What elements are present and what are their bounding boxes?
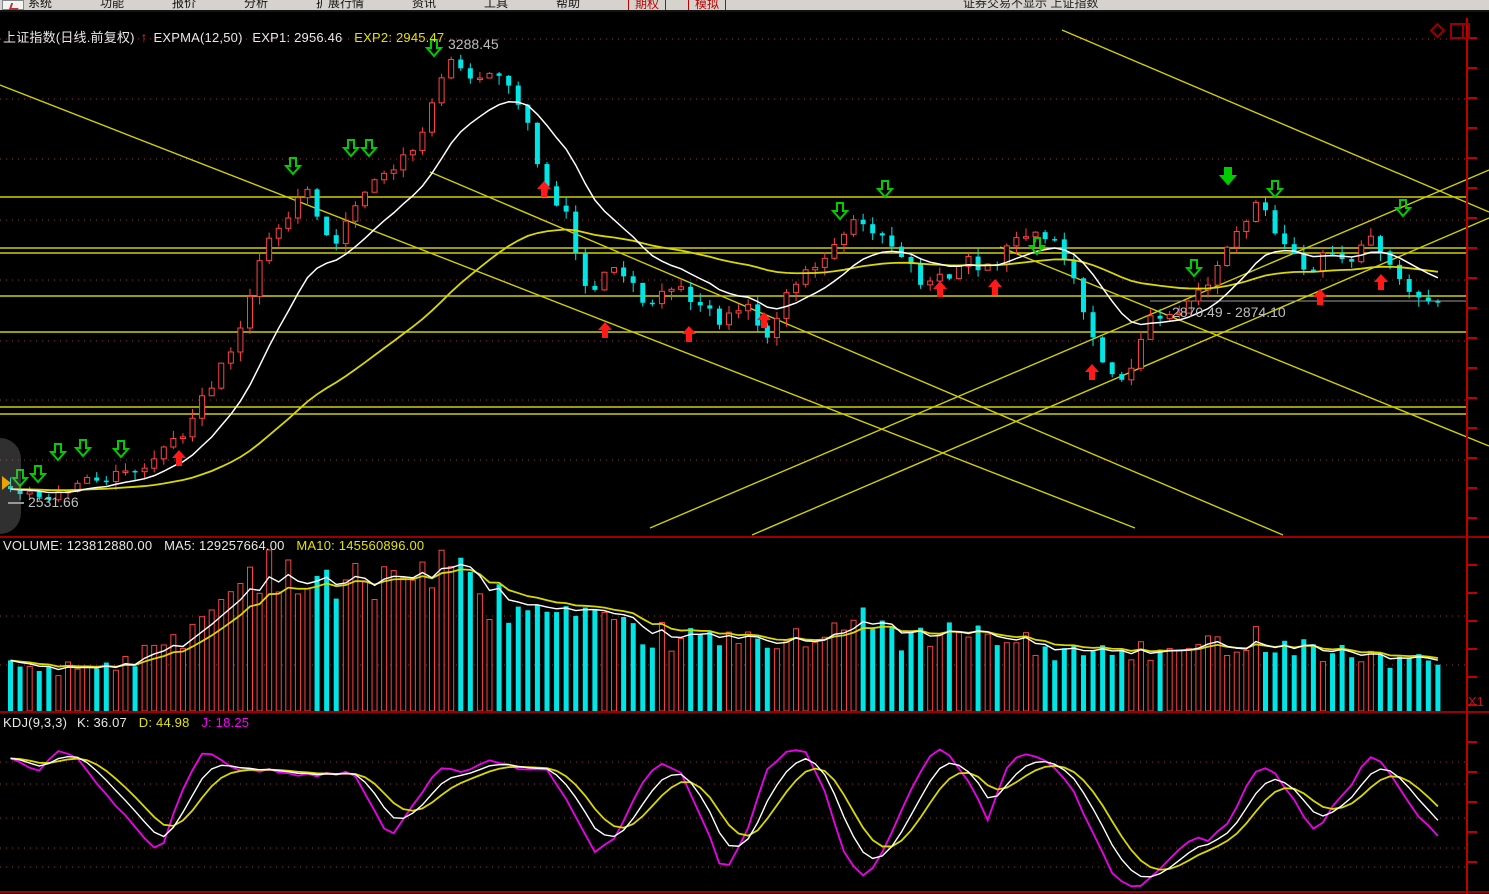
kdj-j-value: J: 18.25 — [193, 715, 249, 730]
kdj-pane-header: KDJ(9,3,3) K: 36.07 D: 44.98 J: 18.25 — [3, 715, 249, 730]
grid-layer — [0, 39, 1467, 867]
chart-canvas[interactable] — [0, 0, 1489, 894]
window-split-icon[interactable] — [1450, 23, 1470, 39]
trading-terminal-window: 证券交易不显示 上证指数 系统功能报价分析扩展行情资讯工具帮助期权模拟 上证指数… — [0, 0, 1489, 894]
trend-up-icon: ↑ — [138, 29, 149, 45]
price-pane-header: 上证指数(日线.前复权) ↑ EXPMA(12,50) EXP1: 2956.4… — [3, 30, 444, 45]
volume-bars-layer — [8, 550, 1440, 711]
signal-arrows-layer — [13, 40, 1410, 486]
pane-borders-axis — [0, 18, 1489, 894]
candles-layer — [8, 55, 1440, 503]
left-slideout-handle[interactable] — [0, 438, 21, 534]
volume-value: VOLUME: 123812880.00 — [3, 538, 152, 553]
last-range-label: 2870.49 - 2874.10 — [1172, 305, 1286, 320]
exp2-value: EXP2: 2945.47 — [346, 30, 444, 45]
pane-scale-label: X1 — [1468, 694, 1484, 709]
volume-ma-lines — [11, 564, 1438, 669]
symbol-title: 上证指数(日线.前复权) — [3, 30, 135, 45]
volume-ma10-value: MA10: 145560896.00 — [288, 538, 424, 553]
kdj-k-value: K: 36.07 — [71, 715, 127, 730]
kdj-name[interactable]: KDJ(9,3,3) — [3, 715, 67, 730]
low-price-label: 2531.66 — [28, 495, 79, 510]
exp1-value: EXP1: 2956.46 — [246, 30, 342, 45]
slideout-arrow-icon — [2, 476, 11, 490]
volume-pane-header: VOLUME: 123812880.00 MA5: 129257664.00 M… — [3, 538, 424, 553]
kdj-d-value: D: 44.98 — [131, 715, 190, 730]
kdj-lines — [11, 749, 1438, 886]
volume-ma5-value: MA5: 129257664.00 — [156, 538, 285, 553]
peak-price-label: 3288.45 — [448, 37, 499, 52]
indicator-name[interactable]: EXPMA(12,50) — [154, 30, 243, 45]
trendlines-layer — [0, 30, 1489, 535]
